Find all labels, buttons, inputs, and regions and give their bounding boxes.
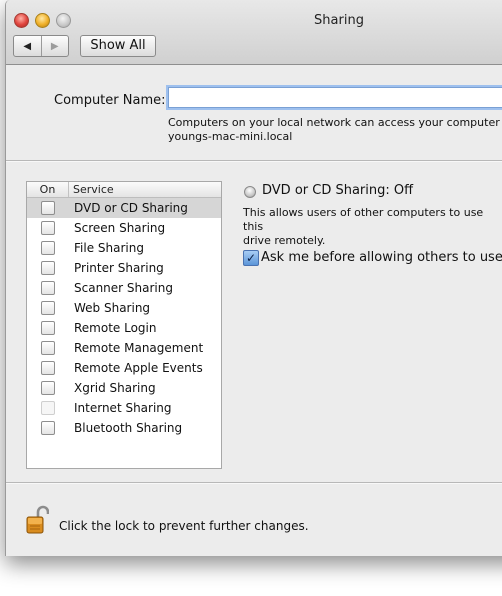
service-list: On Service DVD or CD Sharing Screen Shar… bbox=[26, 181, 222, 469]
service-label: Remote Management bbox=[74, 341, 204, 355]
ask-permission-checkbox[interactable]: ✓ bbox=[243, 250, 259, 266]
service-label: Web Sharing bbox=[74, 301, 151, 315]
service-row-printer-sharing[interactable]: Printer Sharing bbox=[27, 258, 221, 278]
service-checkbox[interactable] bbox=[41, 421, 55, 435]
computer-name-help: Computers on your local network can acce… bbox=[168, 116, 502, 144]
service-checkbox[interactable] bbox=[41, 321, 55, 335]
minimize-button[interactable] bbox=[35, 13, 50, 28]
bottom-divider bbox=[6, 482, 502, 484]
service-row-dvd-or-cd-sharing[interactable]: DVD or CD Sharing bbox=[27, 198, 221, 218]
title-bar: Sharing ◀ ▶ Show All bbox=[6, 0, 502, 65]
service-row-screen-sharing[interactable]: Screen Sharing bbox=[27, 218, 221, 238]
window-title: Sharing bbox=[314, 13, 364, 28]
computer-name-help-line1: Computers on your local network can acce… bbox=[168, 116, 502, 129]
service-checkbox[interactable] bbox=[41, 361, 55, 375]
service-row-internet-sharing[interactable]: Internet Sharing bbox=[27, 398, 221, 418]
service-checkbox[interactable] bbox=[41, 201, 55, 215]
status-indicator-icon bbox=[244, 186, 256, 198]
service-row-bluetooth-sharing[interactable]: Bluetooth Sharing bbox=[27, 418, 221, 438]
service-checkbox[interactable] bbox=[41, 381, 55, 395]
service-label: Remote Login bbox=[74, 321, 157, 335]
lock-message: Click the lock to prevent further change… bbox=[59, 519, 309, 533]
service-row-remote-management[interactable]: Remote Management bbox=[27, 338, 221, 358]
service-status: DVD or CD Sharing: Off bbox=[262, 183, 414, 198]
service-description: This allows users of other computers to … bbox=[243, 206, 502, 248]
top-divider bbox=[6, 160, 502, 162]
sharing-window: Sharing ◀ ▶ Show All Computer Name: Comp… bbox=[5, 0, 502, 556]
service-checkbox[interactable] bbox=[41, 221, 55, 235]
service-label: Scanner Sharing bbox=[74, 281, 173, 295]
computer-name-label: Computer Name: bbox=[54, 93, 166, 108]
ask-permission-label[interactable]: Ask me before allowing others to use m bbox=[261, 250, 502, 265]
service-label: Remote Apple Events bbox=[74, 361, 203, 375]
service-list-header: On Service bbox=[27, 182, 221, 198]
service-checkbox[interactable] bbox=[41, 301, 55, 315]
show-all-button[interactable]: Show All bbox=[80, 35, 156, 57]
service-description-line1: This allows users of other computers to … bbox=[243, 206, 484, 233]
computer-name-field[interactable] bbox=[168, 87, 502, 108]
service-checkbox[interactable] bbox=[41, 241, 55, 255]
service-row-scanner-sharing[interactable]: Scanner Sharing bbox=[27, 278, 221, 298]
service-checkbox[interactable] bbox=[41, 341, 55, 355]
service-checkbox[interactable] bbox=[41, 261, 55, 275]
local-hostname: youngs-mac-mini.local bbox=[168, 130, 293, 143]
zoom-button[interactable] bbox=[56, 13, 71, 28]
service-label: File Sharing bbox=[74, 241, 144, 255]
service-label: Bluetooth Sharing bbox=[74, 421, 183, 435]
service-description-line2: drive remotely. bbox=[243, 234, 326, 247]
lock-icon[interactable] bbox=[25, 505, 49, 535]
service-checkbox[interactable] bbox=[41, 281, 55, 295]
back-forward-control: ◀ ▶ bbox=[13, 35, 69, 57]
service-row-xgrid-sharing[interactable]: Xgrid Sharing bbox=[27, 378, 221, 398]
service-row-remote-login[interactable]: Remote Login bbox=[27, 318, 221, 338]
service-row-web-sharing[interactable]: Web Sharing bbox=[27, 298, 221, 318]
service-checkbox bbox=[41, 401, 55, 415]
service-label: Printer Sharing bbox=[74, 261, 164, 275]
service-label: Xgrid Sharing bbox=[74, 381, 156, 395]
service-row-remote-apple-events[interactable]: Remote Apple Events bbox=[27, 358, 221, 378]
forward-arrow-icon[interactable]: ▶ bbox=[42, 36, 69, 56]
service-label: DVD or CD Sharing bbox=[74, 201, 188, 215]
service-label: Internet Sharing bbox=[74, 401, 172, 415]
back-arrow-icon[interactable]: ◀ bbox=[14, 36, 42, 56]
column-header-on[interactable]: On bbox=[27, 182, 69, 197]
service-label: Screen Sharing bbox=[74, 221, 166, 235]
column-header-service[interactable]: Service bbox=[69, 182, 114, 197]
service-row-file-sharing[interactable]: File Sharing bbox=[27, 238, 221, 258]
close-button[interactable] bbox=[14, 13, 29, 28]
